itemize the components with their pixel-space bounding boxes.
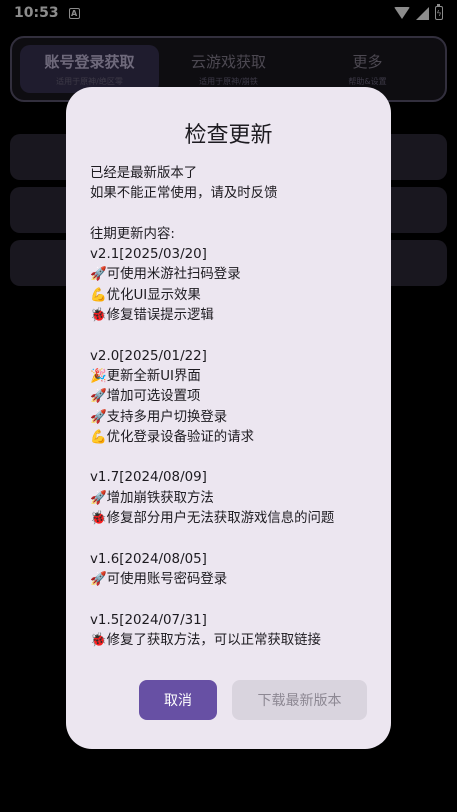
changelog-line: 往期更新内容: — [90, 226, 175, 242]
changelog-line: 🐞修复部分用户无法获取游戏信息的问题 — [90, 511, 335, 527]
changelog-line: 🚀支持多用户切换登录 — [90, 409, 228, 425]
update-dialog: 检查更新 已经是最新版本了如果不能正常使用，请及时反馈 往期更新内容: v2.1[2… — [66, 87, 391, 749]
changelog-line: 🐞修复了获取方法，可以正常获取链接 — [90, 632, 321, 648]
changelog-line: v1.7[2024/08/09] — [90, 470, 207, 486]
changelog-line: 🚀可使用米游社扫码登录 — [90, 267, 241, 283]
changelog-line: 🎉更新全新UI界面 — [90, 368, 201, 384]
changelog-line: 💪优化UI显示效果 — [90, 287, 201, 303]
changelog-line: 🚀增加崩铁获取方法 — [90, 490, 214, 506]
dialog-body: 已经是最新版本了如果不能正常使用，请及时反馈 往期更新内容: v2.1[2025/0… — [90, 164, 375, 651]
changelog-line: v2.0[2025/01/22] — [90, 348, 207, 364]
dialog-title: 检查更新 — [184, 123, 273, 148]
changelog-line: 🚀可使用账号密码登录 — [90, 571, 228, 587]
changelog-line: v1.6[2024/08/05] — [90, 551, 207, 567]
changelog-line: 已经是最新版本了 — [90, 166, 198, 181]
cancel-button[interactable]: 取消 — [139, 680, 217, 720]
changelog-line: 💪优化登录设备验证的请求 — [90, 429, 254, 445]
changelog-line: 🐞修复错误提示逻辑 — [90, 308, 214, 324]
changelog-line: v2.1[2025/03/20] — [90, 247, 207, 263]
changelog-line: 🚀增加可选设置项 — [90, 389, 201, 405]
changelog-line: v1.5[2024/07/31] — [90, 612, 207, 628]
download-latest-button[interactable]: 下载最新版本 — [232, 680, 367, 720]
changelog-line: 如果不能正常使用，请及时反馈 — [90, 186, 278, 202]
